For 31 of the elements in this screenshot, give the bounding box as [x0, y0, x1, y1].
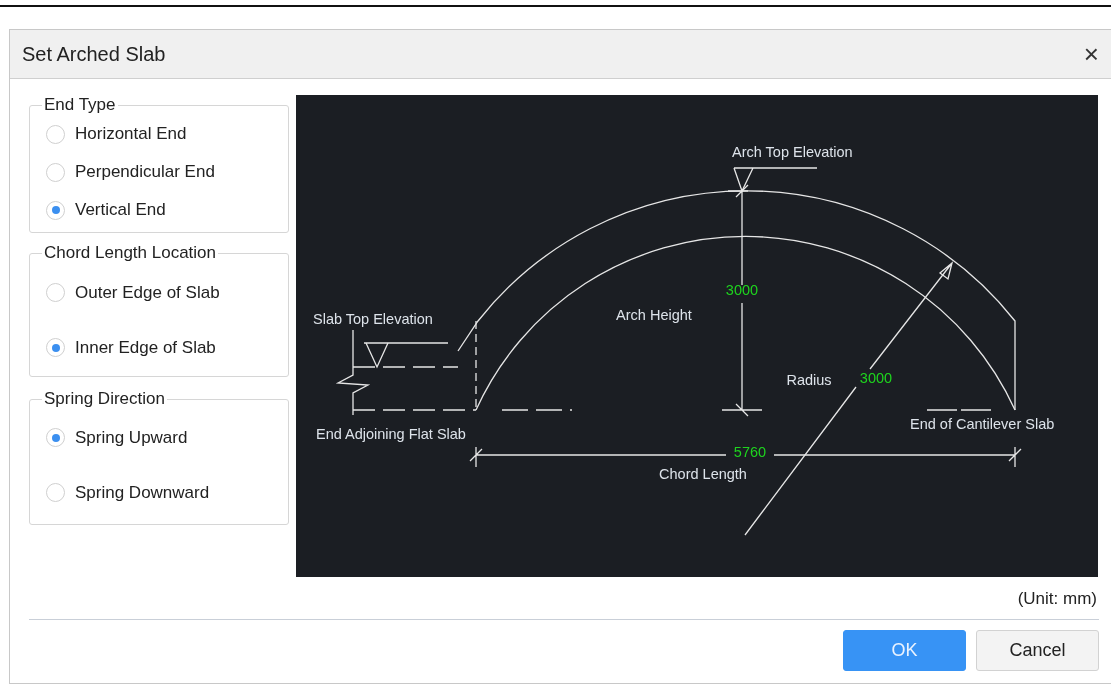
radio-button[interactable] — [46, 483, 65, 502]
group-title: Spring Direction — [43, 389, 166, 409]
dimension-value: 3000 — [725, 282, 759, 298]
radio-option[interactable]: Perpendicular End — [46, 153, 278, 191]
diagram-label: Radius — [786, 372, 832, 388]
diagram-label: Arch Top Elevation — [732, 144, 853, 160]
radio-button[interactable] — [46, 124, 65, 144]
radio-button[interactable] — [46, 162, 65, 182]
diagram-label: Chord Length — [659, 466, 747, 482]
diagram-label: Arch Height — [616, 307, 692, 323]
radio-button[interactable] — [46, 338, 65, 357]
diagram-label: Slab Top Elevation — [313, 311, 433, 327]
radio-option[interactable]: Inner Edge of Slab — [46, 322, 278, 373]
radio-button[interactable] — [46, 200, 65, 220]
group-title: End Type — [43, 95, 117, 115]
close-button[interactable]: × — [1075, 41, 1107, 67]
radio-button[interactable] — [46, 283, 65, 302]
diagram-label: End Adjoining Flat Slab — [316, 426, 466, 442]
radio-option[interactable]: Horizontal End — [46, 115, 278, 153]
group-title: Chord Length Location — [43, 243, 218, 263]
window-title: Set Arched Slab — [22, 42, 166, 66]
cancel-button[interactable]: Cancel — [976, 630, 1099, 671]
radio-option[interactable]: Vertical End — [46, 191, 278, 229]
radio-option[interactable]: Outer Edge of Slab — [46, 267, 278, 318]
dimension-value: 3000 — [859, 370, 893, 386]
dimension-value: 5760 — [733, 444, 767, 460]
diagram-label: End of Cantilever Slab — [910, 416, 1055, 432]
radio-option[interactable]: Spring Upward — [46, 411, 278, 464]
unit-note: (Unit: mm) — [1017, 589, 1097, 610]
radio-button[interactable] — [46, 428, 65, 447]
radio-option[interactable]: Spring Downward — [46, 466, 278, 519]
